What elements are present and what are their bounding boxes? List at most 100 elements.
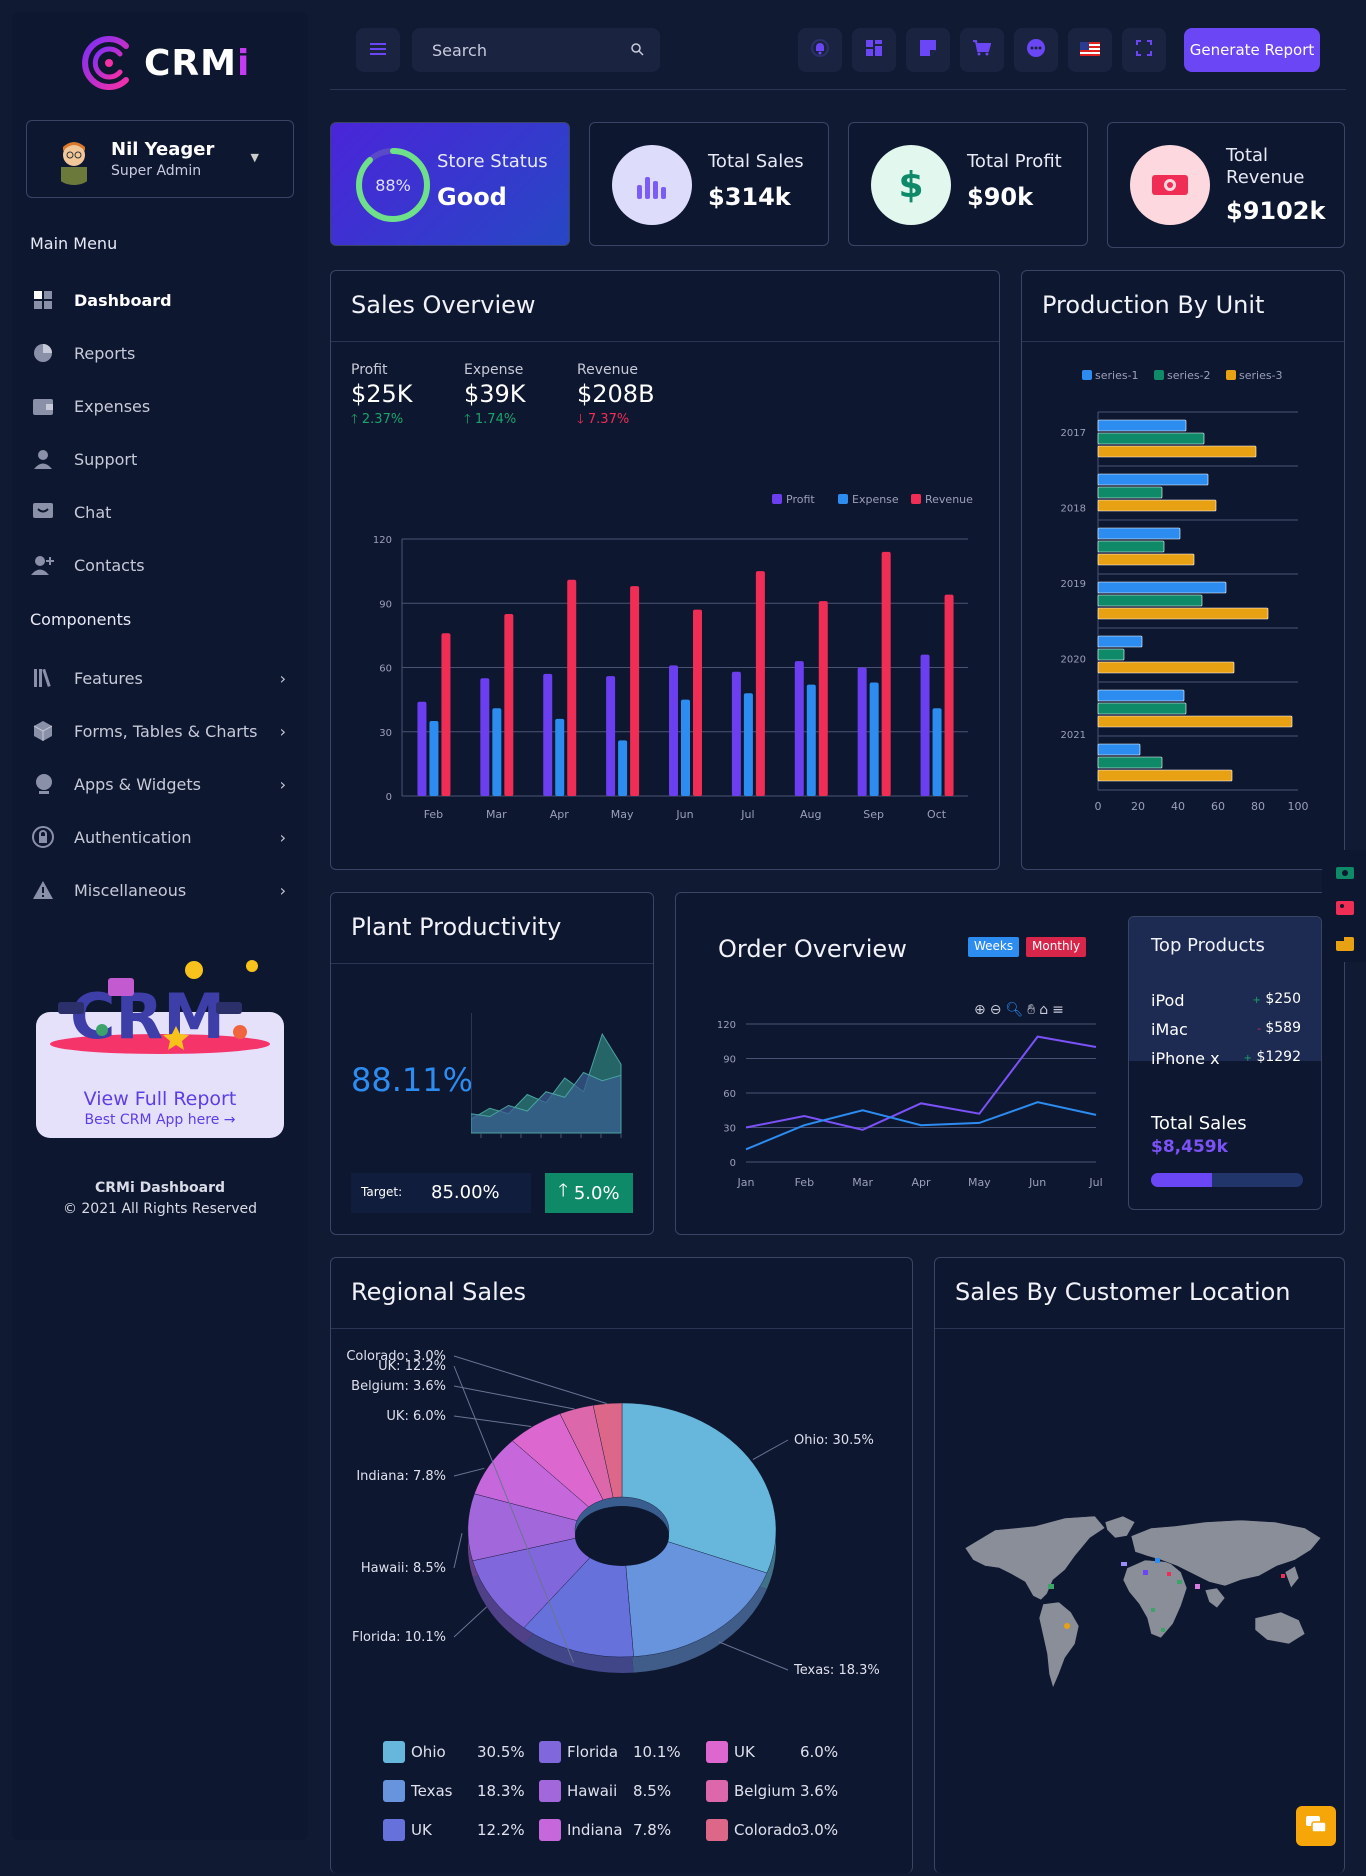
- notifications-button[interactable]: [798, 28, 842, 72]
- x-tick-label: 20: [1131, 800, 1145, 813]
- kpi-label: Profit: [351, 362, 388, 378]
- messages-button[interactable]: [1014, 28, 1058, 72]
- total-sales-card: Total Sales $314k: [589, 122, 829, 246]
- legend-swatch: [383, 1819, 405, 1841]
- wallet-icon: [30, 393, 56, 419]
- sidebar: CRMi Nil Yeager Super Admin ▼ Main Menu …: [12, 12, 308, 1840]
- customer-location-card: Sales By Customer Location: [934, 1257, 1345, 1873]
- generate-report-button[interactable]: Generate Report: [1184, 28, 1320, 72]
- language-button[interactable]: [1068, 28, 1112, 72]
- apps-button[interactable]: [852, 28, 896, 72]
- sidebar-item-contacts[interactable]: Contacts: [30, 545, 298, 585]
- legend-item[interactable]: Belgium 3.6%: [706, 1780, 856, 1802]
- kpi-value: $25K: [351, 380, 413, 408]
- sidebar-item-miscellaneous[interactable]: Miscellaneous ›: [30, 870, 298, 910]
- menu-toggle-button[interactable]: [356, 28, 400, 72]
- legend-swatch: [838, 494, 848, 504]
- total-profit-card: $ Total Profit $90k: [848, 122, 1088, 246]
- monthly-tab[interactable]: Monthly: [1026, 937, 1087, 957]
- product-price: - $589: [1257, 1020, 1301, 1036]
- folder-icon[interactable]: [1336, 936, 1354, 955]
- sidebar-item-expenses[interactable]: Expenses: [30, 386, 298, 426]
- stat-value: Good: [437, 183, 507, 211]
- sidebar-item-reports[interactable]: Reports: [30, 333, 298, 373]
- user-name: Nil Yeager: [111, 139, 215, 160]
- plant-value: 88.11%: [351, 1061, 474, 1099]
- brand-logo[interactable]: CRMi: [78, 32, 250, 94]
- best-crm-link[interactable]: Best CRM App here →: [36, 1112, 284, 1128]
- lock-icon: [30, 824, 56, 850]
- legend-item[interactable]: Indiana 7.8%: [539, 1819, 689, 1841]
- target-value: 85.00%: [431, 1182, 500, 1203]
- sidebar-item-features[interactable]: Features ›: [30, 658, 298, 698]
- legend-item[interactable]: UK 12.2%: [383, 1819, 533, 1841]
- legend-item[interactable]: Texas 18.3%: [383, 1780, 533, 1802]
- x-tick-label: Jun: [1028, 1176, 1046, 1189]
- sidebar-item-label: Apps & Widgets: [74, 774, 201, 794]
- fullscreen-button[interactable]: [1122, 28, 1166, 72]
- legend-item[interactable]: Hawaii 8.5%: [539, 1780, 689, 1802]
- x-tick-label: Sep: [863, 808, 884, 821]
- store-status-ring: 88%: [353, 145, 433, 225]
- promo-card[interactable]: CRM View Full Report Best CRM App here →: [36, 960, 284, 1138]
- legend-swatch: [706, 1819, 728, 1841]
- bar-series-2: [1097, 756, 1163, 769]
- legend-item[interactable]: Colorado 3.0%: [706, 1819, 856, 1841]
- search-bar[interactable]: Search: [412, 28, 660, 72]
- sidebar-item-authentication[interactable]: Authentication ›: [30, 817, 298, 857]
- cart-button[interactable]: [960, 28, 1004, 72]
- legend-item[interactable]: Florida 10.1%: [539, 1741, 689, 1763]
- bar-expense: [869, 682, 879, 796]
- bar-expense: [429, 721, 439, 796]
- bar-profit: [543, 673, 553, 796]
- bar-profit: [417, 701, 427, 796]
- legend-label: Expense: [852, 493, 899, 506]
- y-tick-label: 0: [386, 792, 392, 803]
- change-badge: 🡑 5.0%: [545, 1173, 633, 1213]
- legend-swatch: [706, 1741, 728, 1763]
- bar-profit: [920, 654, 930, 796]
- search-icon[interactable]: [630, 41, 644, 60]
- slice-label: Indiana: 7.8%: [356, 1469, 446, 1484]
- cash-icon[interactable]: [1336, 864, 1354, 883]
- leader-line: [453, 1467, 485, 1477]
- legend-item[interactable]: Ohio 30.5%: [383, 1741, 533, 1763]
- sidebar-item-dashboard[interactable]: Dashboard: [30, 280, 298, 320]
- legend-swatch: [539, 1741, 561, 1763]
- bar-revenue: [755, 571, 765, 796]
- x-tick-label: Oct: [927, 808, 947, 821]
- legend-item[interactable]: UK 6.0%: [706, 1741, 856, 1763]
- sidebar-item-forms[interactable]: Forms, Tables & Charts ›: [30, 711, 298, 751]
- bar-series-3: [1097, 445, 1257, 458]
- y-tick-label: 2021: [1061, 730, 1086, 741]
- bar-series-2: [1097, 648, 1125, 661]
- floating-action-button[interactable]: [1296, 1806, 1336, 1846]
- weeks-tab[interactable]: Weeks: [968, 937, 1020, 957]
- chevron-right-icon: ›: [279, 668, 286, 688]
- bar-revenue: [504, 613, 514, 796]
- user-card[interactable]: Nil Yeager Super Admin ▼: [26, 120, 294, 198]
- sidebar-item-chat[interactable]: Chat: [30, 492, 298, 532]
- apps-icon: [866, 40, 882, 60]
- sidebar-item-support[interactable]: Support: [30, 439, 298, 479]
- legend-swatch: [911, 494, 921, 504]
- notes-button[interactable]: [906, 28, 950, 72]
- x-tick-label: Jul: [740, 808, 754, 821]
- leader-line: [718, 1641, 789, 1671]
- sidebar-item-apps[interactable]: Apps & Widgets ›: [30, 764, 298, 804]
- view-full-report-link[interactable]: View Full Report: [36, 1088, 284, 1110]
- store-status-card: 88% Store Status Good: [330, 122, 570, 246]
- image-icon[interactable]: [1336, 900, 1354, 919]
- legend-swatch: [1226, 370, 1236, 380]
- chevron-down-icon[interactable]: ▼: [251, 151, 259, 164]
- user-role: Super Admin: [111, 163, 202, 179]
- target-label: Target:: [361, 1185, 403, 1199]
- x-tick-label: Jun: [675, 808, 693, 821]
- search-input[interactable]: Search: [432, 41, 487, 60]
- pie-icon: [30, 340, 56, 366]
- bar-series-3: [1097, 499, 1217, 512]
- x-tick-label: Feb: [795, 1176, 814, 1189]
- list-item: iPhone x + $1292: [1151, 1049, 1301, 1068]
- bar-expense: [932, 708, 942, 796]
- arrow-up-icon: 🡑: [464, 412, 471, 427]
